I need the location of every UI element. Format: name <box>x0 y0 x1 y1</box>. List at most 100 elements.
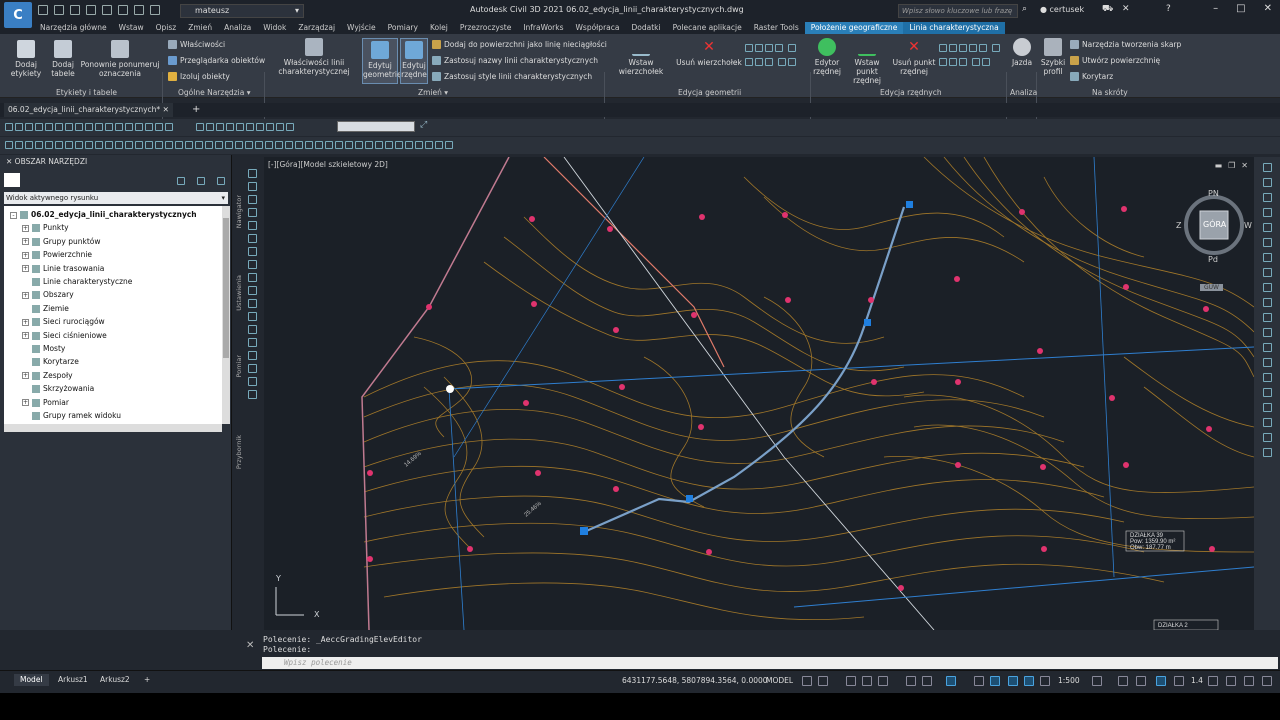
tree-item[interactable]: Skrzyżowania <box>22 382 94 395</box>
layer-off-icon[interactable] <box>246 123 255 131</box>
move-icon[interactable] <box>55 141 63 149</box>
snap-endpoint-icon[interactable] <box>165 141 173 149</box>
area-icon[interactable] <box>395 141 403 149</box>
close-icon[interactable]: ✕ <box>246 640 254 651</box>
tab-nawigator[interactable]: Nawigator <box>235 195 243 228</box>
array-icon[interactable] <box>45 141 53 149</box>
tab-ustawienia[interactable]: Ustawienia <box>235 275 243 311</box>
expand-icon[interactable]: + <box>22 318 29 326</box>
dodaj-etykiety-button[interactable]: Dodaj etykiety <box>8 40 44 78</box>
exchange-icon[interactable]: ✕ <box>1122 4 1130 14</box>
tree-scrollbar[interactable] <box>222 206 230 424</box>
list-view-icon[interactable] <box>197 177 205 185</box>
collapse-icon[interactable]: - <box>10 211 17 219</box>
revcloud-icon[interactable] <box>248 247 257 256</box>
scroll-thumb[interactable] <box>223 218 229 358</box>
move-icon[interactable] <box>1262 388 1272 397</box>
edit-curve-icon[interactable] <box>787 44 796 52</box>
redo-icon[interactable] <box>150 5 160 15</box>
snap-midpoint-icon[interactable] <box>175 141 183 149</box>
user-account[interactable]: ● certusek <box>1040 5 1084 14</box>
close-icon[interactable]: ✕ <box>163 105 169 114</box>
tab-zmien[interactable]: Zmień <box>182 22 218 34</box>
clean-screen-icon[interactable] <box>1244 676 1254 686</box>
layer-tool-icon[interactable]: ⤢ <box>420 120 427 130</box>
snap-perpendicular-icon[interactable] <box>245 141 253 149</box>
layer-walk-icon[interactable] <box>276 123 285 131</box>
circle-icon[interactable] <box>55 123 63 131</box>
zoom-icon[interactable] <box>1262 178 1272 187</box>
insert-block-icon[interactable] <box>95 123 103 131</box>
drawing-canvas[interactable]: DZIAŁKA 39 Pow: 1359.90 m² Obw: 187.77 m… <box>264 157 1254 630</box>
lower-incremental-icon[interactable] <box>949 58 957 66</box>
expand-icon[interactable]: + <box>22 224 29 232</box>
regen-icon[interactable] <box>365 141 373 149</box>
wstaw-wierzcholek-button[interactable]: Wstaw wierzchołek <box>606 38 676 76</box>
zoom-window-icon[interactable] <box>325 141 333 149</box>
workspace-dropdown[interactable]: mateusz ▾ <box>180 4 304 18</box>
selection-cycling-icon[interactable] <box>990 676 1000 686</box>
expand-icon[interactable]: + <box>22 291 29 299</box>
copy-icon[interactable] <box>1262 403 1272 412</box>
trim-icon[interactable] <box>755 44 763 52</box>
point-icon[interactable] <box>248 286 257 295</box>
spline-icon[interactable] <box>75 123 83 131</box>
ucs-menu[interactable]: GUW <box>1200 284 1223 291</box>
make-block-icon[interactable] <box>105 123 113 131</box>
showmotion-icon[interactable] <box>1262 208 1272 217</box>
tab-linia-charakterystyczna[interactable]: Linia charakterystyczna <box>903 22 1005 34</box>
save-as-icon[interactable] <box>86 5 96 15</box>
zoom-window-icon[interactable] <box>1262 253 1272 262</box>
usun-punkt-rzednej-button[interactable]: ✕ Usuń punkt rzędnej <box>892 38 936 76</box>
tree-item[interactable]: + Punkty <box>22 221 69 234</box>
szybki-profil-button[interactable]: Szybki profil <box>1038 38 1068 76</box>
utworz-powierzchnie-button[interactable]: Utwórz powierzchnię <box>1070 56 1160 65</box>
tab-narzedzia-glowne[interactable]: Narzędzia główne <box>34 22 113 34</box>
flatten-icon[interactable] <box>959 58 967 66</box>
insert-high-low-icon[interactable] <box>971 58 980 66</box>
polyline-icon[interactable] <box>248 182 257 191</box>
raise-lower-icon[interactable] <box>969 44 977 52</box>
quick-properties-icon[interactable] <box>1156 676 1166 686</box>
line-icon[interactable] <box>248 169 257 178</box>
block-icon[interactable] <box>248 299 257 308</box>
tab-wstaw[interactable]: Wstaw <box>113 22 150 34</box>
drawing-viewport[interactable]: DZIAŁKA 39 Pow: 1359.90 m² Obw: 187.77 m… <box>264 157 1254 630</box>
status-value[interactable]: 1.4 <box>1191 676 1203 685</box>
layer-isolate-icon[interactable] <box>226 123 235 131</box>
fillet-icon[interactable] <box>745 58 753 66</box>
quick-select-icon[interactable] <box>425 141 433 149</box>
tab-pomiar[interactable]: Pomiar <box>235 355 243 377</box>
fillet-icon[interactable] <box>1262 373 1272 382</box>
zastosuj-style-button[interactable]: Zastosuj style linii charakterystycznych <box>432 72 592 81</box>
expand-icon[interactable]: + <box>22 332 29 340</box>
cart-icon[interactable]: ⛟ <box>1102 4 1113 15</box>
region-icon[interactable] <box>248 312 257 321</box>
doc-tab-active[interactable]: 06.02_edycja_linii_charakterystycznych* … <box>4 103 173 117</box>
wlasciwosci-linii-button[interactable]: Właściwości linii charakterystycznej <box>272 38 356 76</box>
lineweight-icon[interactable] <box>946 676 956 686</box>
expand-icon[interactable]: + <box>22 238 29 246</box>
layout-tab-arkusz1[interactable]: Arkusz1 <box>52 674 94 686</box>
spline-icon[interactable] <box>248 260 257 269</box>
help-icon[interactable]: ? <box>1166 4 1171 14</box>
help-icon[interactable] <box>217 177 225 185</box>
tree-item[interactable]: + Sieci rurociągów <box>22 315 105 328</box>
design-center-icon[interactable] <box>445 141 453 149</box>
tree-item[interactable]: Linie charakterystyczne <box>22 275 132 288</box>
search-icon[interactable]: ⌕ <box>1022 4 1027 14</box>
izoluj-button[interactable]: Izoluj obiekty <box>168 72 230 81</box>
tree-item[interactable]: + Zespoły <box>22 369 73 382</box>
tab-pomiary[interactable]: Pomiary <box>382 22 424 34</box>
snap-settings-icon[interactable] <box>305 141 313 149</box>
compass-north[interactable]: PN <box>1208 189 1219 198</box>
add-layout-icon[interactable]: + <box>138 674 156 686</box>
tree-item[interactable]: + Obszary <box>22 288 74 301</box>
rotate-icon[interactable] <box>65 141 73 149</box>
tree-item[interactable]: + Linie trasowania <box>22 262 104 275</box>
snap-intersection-icon[interactable] <box>215 141 223 149</box>
3d-osnap-icon[interactable] <box>1008 676 1018 686</box>
steering-wheel-icon[interactable] <box>1262 223 1272 232</box>
viewcube[interactable]: PN Pd Z W GÓRA GUW <box>1176 189 1252 291</box>
ponownie-ponumeruj-button[interactable]: Ponownie ponumeruj oznaczenia <box>80 40 160 78</box>
